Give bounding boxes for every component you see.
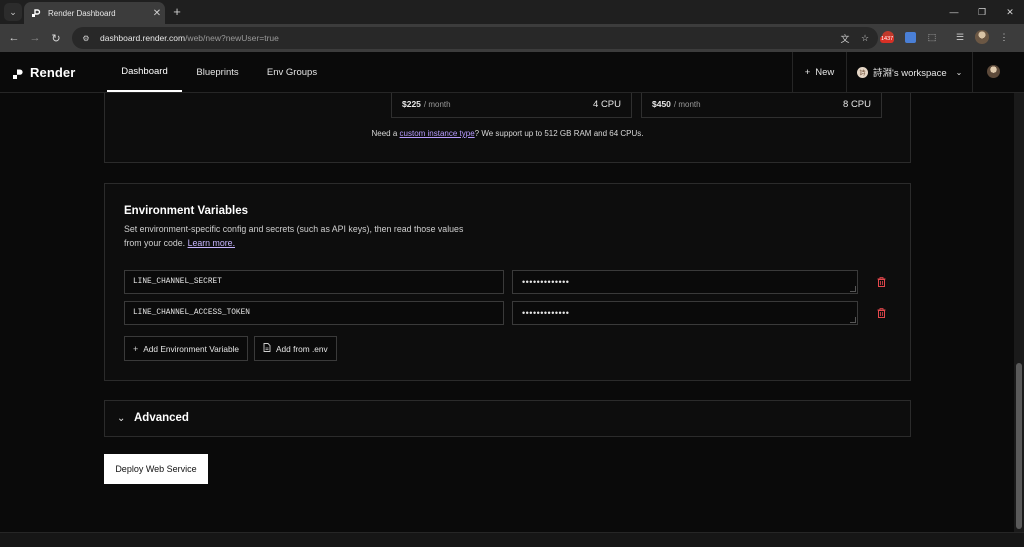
env-key-input[interactable]: LINE_CHANNEL_ACCESS_TOKEN xyxy=(124,301,504,325)
window-close-icon[interactable]: ✕ xyxy=(996,0,1024,24)
resize-handle-icon[interactable] xyxy=(850,286,856,292)
new-button-label: New xyxy=(815,66,835,78)
workspace-switcher[interactable]: 詩 詩淵's workspace ⌄ xyxy=(847,52,972,92)
instance-cpu: 8 CPU xyxy=(843,98,871,110)
chevron-down-icon: ⌄ xyxy=(955,67,963,77)
instance-period: / month xyxy=(423,99,451,109)
plus-icon: + xyxy=(133,343,139,354)
tab-search-button[interactable]: ⌄ xyxy=(4,3,22,21)
instance-card[interactable]: $450 / month 8 CPU xyxy=(641,93,882,118)
reading-list-icon[interactable]: ☰ xyxy=(952,28,968,46)
main-content: $225 / month 4 CPU $450 / month 8 CPU Ne… xyxy=(0,93,1012,532)
extensions-area: 1437 ⬚ ☰ ⋮ xyxy=(880,28,1012,46)
env-value-input[interactable]: ••••••••••••• xyxy=(512,270,858,294)
add-from-env-button[interactable]: Add from .env xyxy=(254,336,337,361)
url-host: dashboard.render.com xyxy=(100,33,186,43)
bookmark-star-icon[interactable]: ☆ xyxy=(858,30,872,46)
browser-toolbar: ← → ↻ ⚙ dashboard.render.com /web/new?ne… xyxy=(0,24,1024,52)
nav-tab-blueprints[interactable]: Blueprints xyxy=(188,52,247,92)
custom-instance-note: Need a custom instance type? We support … xyxy=(105,129,910,138)
header-divider xyxy=(972,52,973,92)
instance-cpu: 4 CPU xyxy=(593,98,621,110)
trash-icon[interactable] xyxy=(875,306,887,320)
file-icon xyxy=(263,343,271,354)
user-avatar[interactable] xyxy=(987,65,1000,78)
advanced-section[interactable]: ⌄ Advanced xyxy=(104,400,911,437)
trash-icon[interactable] xyxy=(875,275,887,289)
render-logo[interactable]: Render xyxy=(12,65,75,80)
instance-type-panel: $225 / month 4 CPU $450 / month 8 CPU Ne… xyxy=(104,93,911,163)
env-value-masked: ••••••••••••• xyxy=(522,308,570,318)
nav-tab-dashboard[interactable]: Dashboard xyxy=(107,52,182,92)
forward-arrow-icon[interactable]: → xyxy=(26,29,44,47)
browser-tab-strip: ⌄ Render Dashboard ✕ + — ❐ ✕ xyxy=(0,0,1024,24)
url-path: /web/new?newUser=true xyxy=(185,33,279,43)
translate-extension-icon[interactable] xyxy=(902,28,918,46)
reload-icon[interactable]: ↻ xyxy=(47,29,65,47)
minimize-icon[interactable]: — xyxy=(940,0,968,24)
workspace-avatar: 詩 xyxy=(857,66,868,78)
tab-close-icon[interactable]: ✕ xyxy=(149,8,165,19)
tab-title: Render Dashboard xyxy=(48,8,116,18)
extension-icon[interactable]: 1437 xyxy=(880,28,896,46)
bottom-strip xyxy=(0,532,1024,547)
nav-tab-env-groups[interactable]: Env Groups xyxy=(260,52,324,92)
env-section-description: Set environment-specific config and secr… xyxy=(124,222,469,250)
add-environment-variable-button[interactable]: + Add Environment Variable xyxy=(124,336,249,361)
env-description-text: Set environment-specific config and secr… xyxy=(124,224,464,248)
instance-price: $450 xyxy=(652,99,671,109)
env-value-masked: ••••••••••••• xyxy=(522,277,570,287)
render-logo-icon xyxy=(12,67,24,79)
browser-tab[interactable]: Render Dashboard ✕ xyxy=(24,2,165,24)
omnibox-actions: 文 ☆ xyxy=(838,30,872,46)
brand-name: Render xyxy=(30,65,76,80)
env-key-input[interactable]: LINE_CHANNEL_SECRET xyxy=(124,270,504,294)
scrollbar-thumb[interactable] xyxy=(1016,363,1022,529)
custom-instance-link[interactable]: custom instance type xyxy=(400,129,475,138)
chevron-down-icon: ⌄ xyxy=(117,413,126,424)
new-button[interactable]: + New xyxy=(793,52,846,92)
instance-period: / month xyxy=(673,99,701,109)
profile-avatar[interactable] xyxy=(974,28,990,46)
add-env-label: Add Environment Variable xyxy=(143,343,240,354)
plus-icon: + xyxy=(804,66,811,78)
note-prefix: Need a xyxy=(371,129,400,138)
add-from-env-label: Add from .env xyxy=(276,343,328,354)
learn-more-link[interactable]: Learn more. xyxy=(188,238,235,248)
address-bar[interactable]: ⚙ dashboard.render.com /web/new?newUser=… xyxy=(72,27,878,49)
browser-menu-icon[interactable]: ⋮ xyxy=(996,28,1012,46)
deploy-web-service-button[interactable]: Deploy Web Service xyxy=(104,454,208,484)
extension-badge: 1437 xyxy=(880,36,895,43)
note-suffix: ? We support up to 512 GB RAM and 64 CPU… xyxy=(474,129,644,138)
puzzle-extensions-icon[interactable]: ⬚ xyxy=(924,28,940,46)
render-favicon-icon xyxy=(31,8,41,18)
window-controls: — ❐ ✕ xyxy=(940,0,1024,24)
back-arrow-icon[interactable]: ← xyxy=(5,29,23,47)
restore-icon[interactable]: ❐ xyxy=(968,0,996,24)
site-info-icon[interactable]: ⚙ xyxy=(80,32,92,44)
resize-handle-icon[interactable] xyxy=(850,317,856,323)
workspace-label: 詩淵's workspace xyxy=(873,68,947,79)
advanced-title: Advanced xyxy=(134,412,189,424)
page-scrollbar[interactable] xyxy=(1014,93,1024,532)
new-tab-button[interactable]: + xyxy=(169,3,185,21)
env-section-title: Environment Variables xyxy=(124,205,248,217)
environment-variables-panel: Environment Variables Set environment-sp… xyxy=(104,183,911,381)
instance-card[interactable]: $225 / month 4 CPU xyxy=(391,93,632,118)
app-header: Render Dashboard Blueprints Env Groups +… xyxy=(0,52,1024,93)
instance-price: $225 xyxy=(402,99,421,109)
env-value-input[interactable]: ••••••••••••• xyxy=(512,301,858,325)
translate-icon[interactable]: 文 xyxy=(838,30,852,46)
